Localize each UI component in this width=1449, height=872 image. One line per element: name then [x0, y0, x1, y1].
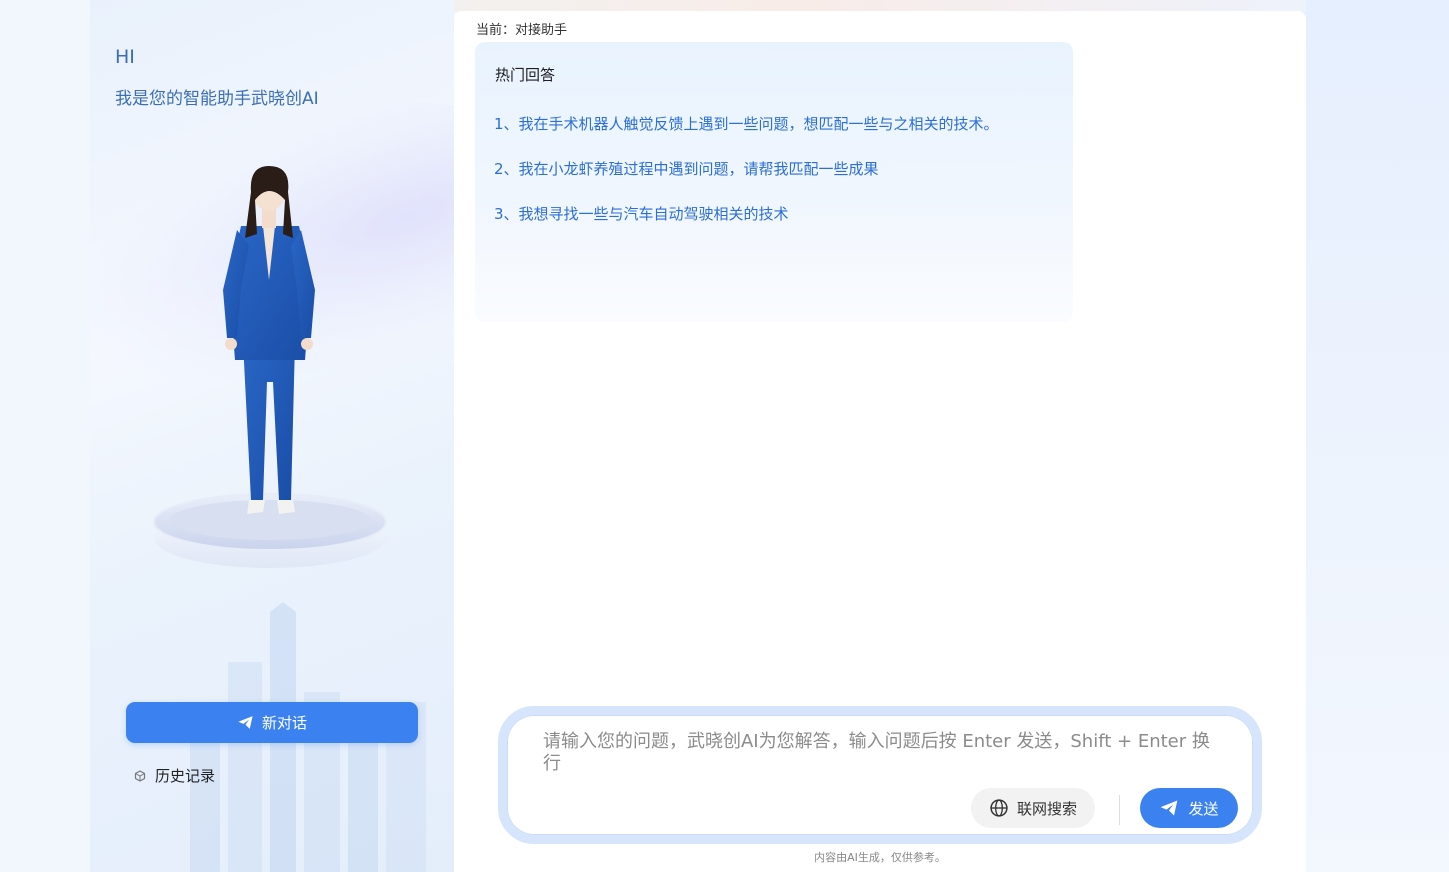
greeting-title: HI: [115, 46, 135, 68]
input-divider: [1119, 795, 1120, 825]
hot-answer-item[interactable]: 2、我在小龙虾养殖过程中遇到问题，请帮我匹配一些成果: [494, 158, 879, 179]
hot-answers-card: 热门回答 1、我在手术机器人触觉反馈上遇到一些问题，想匹配一些与之相关的技术。 …: [475, 42, 1073, 322]
send-label: 发送: [1188, 799, 1219, 818]
history-label: 历史记录: [155, 767, 216, 785]
hot-answer-item[interactable]: 3、我想寻找一些与汽车自动驾驶相关的技术: [494, 203, 789, 224]
current-assistant-label: 当前：对接助手: [476, 23, 568, 38]
globe-icon: [990, 799, 1008, 817]
assistant-sidebar: HI 我是您的智能助手武晓创AI 新对话 历史记录: [90, 0, 454, 872]
chat-input-box: 联网搜索 发送: [498, 706, 1262, 844]
history-button[interactable]: 历史记录: [134, 765, 215, 786]
hot-answers-title: 热门回答: [495, 66, 556, 84]
new-chat-label: 新对话: [261, 714, 307, 732]
new-chat-button[interactable]: 新对话: [126, 702, 418, 743]
web-search-label: 联网搜索: [1016, 799, 1077, 818]
send-button[interactable]: 发送: [1140, 788, 1238, 828]
question-input[interactable]: [543, 731, 1223, 783]
web-search-toggle[interactable]: 联网搜索: [971, 788, 1095, 828]
hot-answer-item[interactable]: 1、我在手术机器人触觉反馈上遇到一些问题，想匹配一些与之相关的技术。: [494, 113, 999, 134]
history-cube-icon: [134, 769, 146, 782]
assistant-avatar: [153, 166, 387, 568]
chat-main-panel: 当前：对接助手 热门回答 1、我在手术机器人触觉反馈上遇到一些问题，想匹配一些与…: [454, 11, 1306, 872]
paper-plane-icon: [1161, 800, 1178, 816]
page-background-right: [1299, 0, 1449, 872]
paper-plane-icon: [238, 716, 253, 729]
ai-disclaimer: 内容由AI生成，仅供参考。: [814, 851, 946, 864]
greeting-subtitle: 我是您的智能助手武晓创AI: [115, 89, 319, 109]
